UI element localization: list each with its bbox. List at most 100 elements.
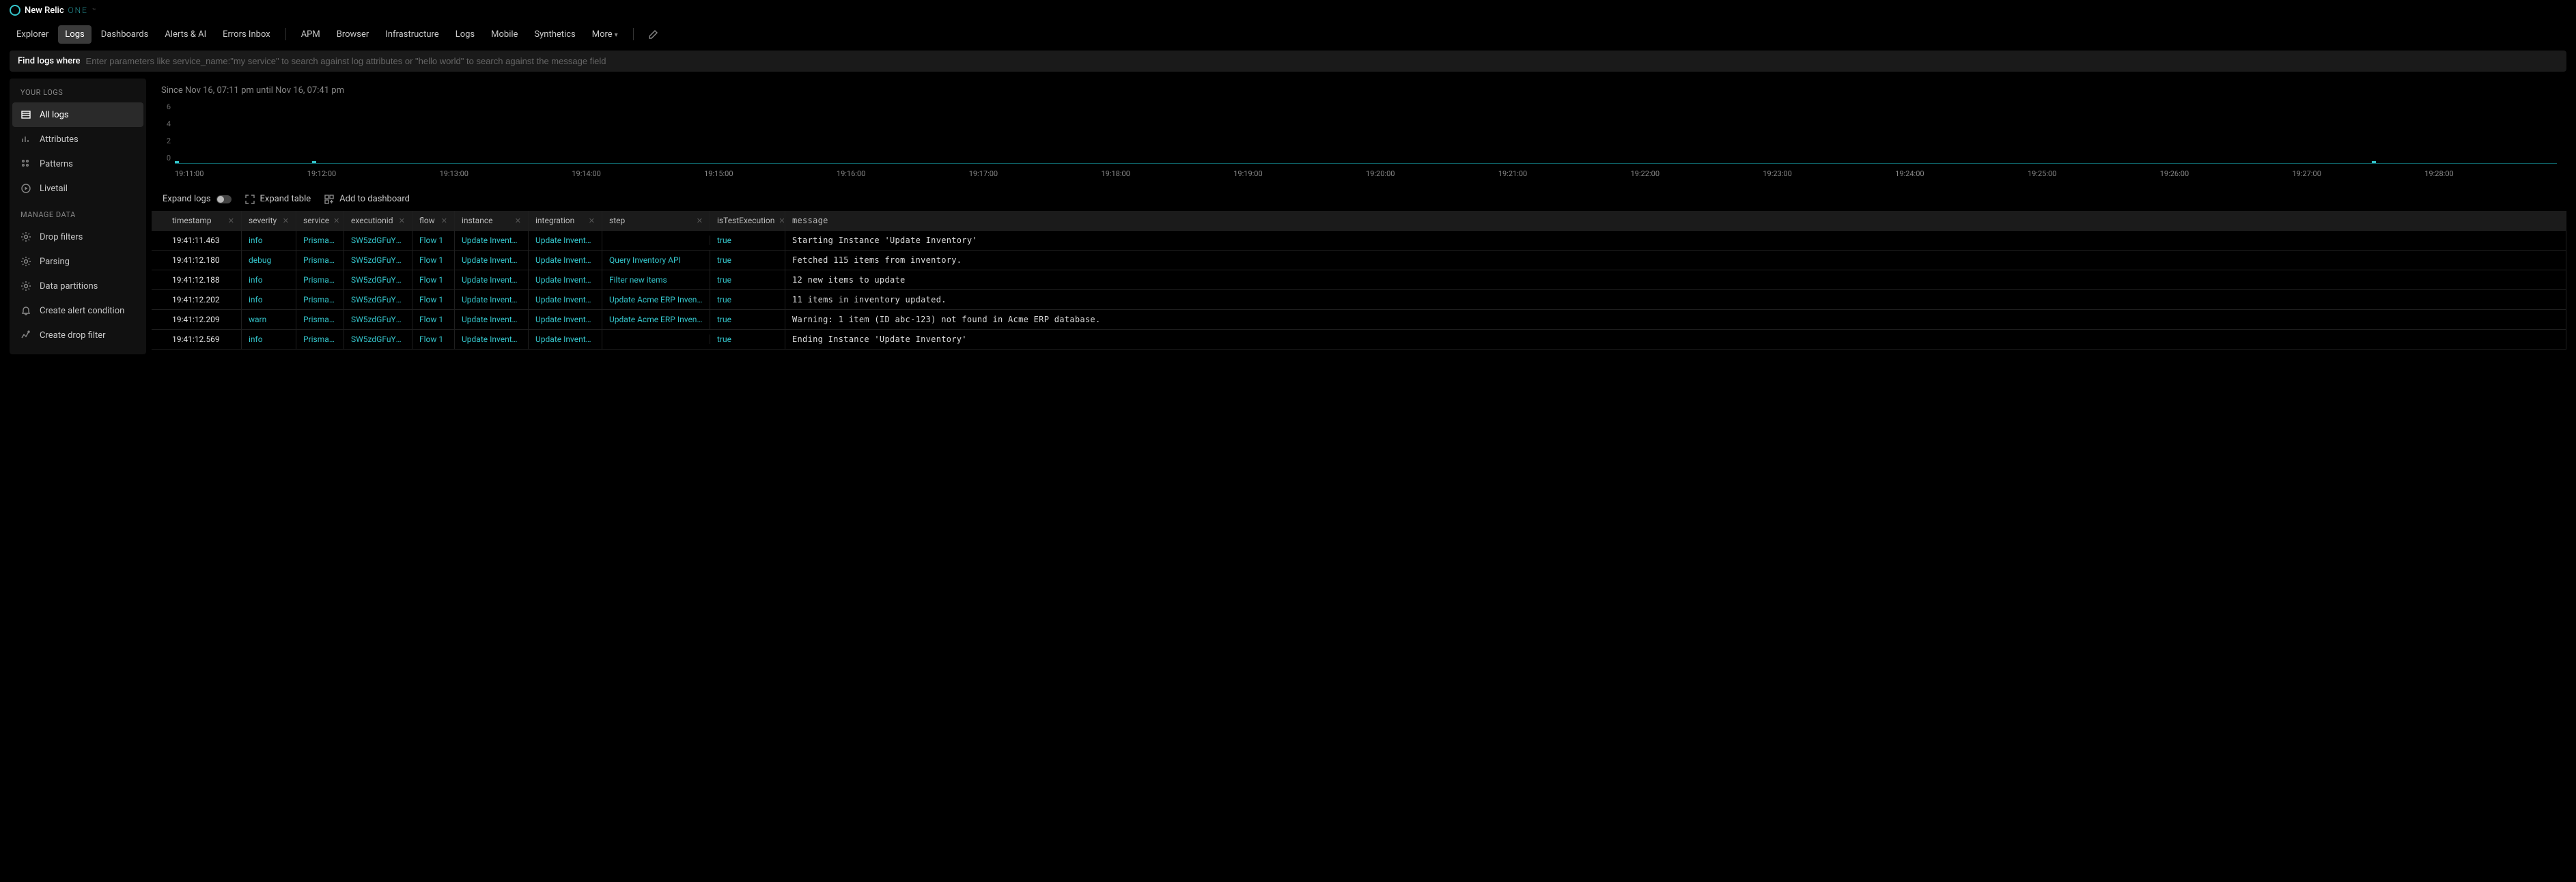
nav-item-browser[interactable]: Browser <box>330 25 376 44</box>
cell-integration[interactable]: Update Inventory <box>529 330 602 349</box>
cell-service[interactable]: Prismatic <box>296 251 344 270</box>
cell-step[interactable]: Update Acme ERP Inventory <box>602 310 710 329</box>
cell-step[interactable]: Update Acme ERP Inventory <box>602 290 710 309</box>
sidebar-item-drop-filters[interactable]: Drop filters <box>10 225 146 249</box>
nav-item-apm[interactable]: APM <box>294 25 327 44</box>
close-icon[interactable]: ✕ <box>515 216 521 225</box>
close-icon[interactable]: ✕ <box>283 216 289 225</box>
header-integration[interactable]: integration✕ <box>529 211 602 230</box>
cell-executionid[interactable]: SW5zdGFuY2VFeG… <box>344 330 412 349</box>
chart-bar[interactable] <box>175 161 179 163</box>
nav-item-logs[interactable]: Logs <box>58 25 91 44</box>
nav-item-alerts-ai[interactable]: Alerts & AI <box>158 25 213 44</box>
cell-instance[interactable]: Update Inventory <box>455 290 529 309</box>
cell-service[interactable]: Prismatic <box>296 330 344 349</box>
edit-nav-icon[interactable] <box>649 29 658 39</box>
cell-integration[interactable]: Update Inventory <box>529 231 602 250</box>
search-bar[interactable]: Find logs where <box>10 51 2566 72</box>
cell-step[interactable] <box>602 236 710 245</box>
nav-item-explorer[interactable]: Explorer <box>10 25 55 44</box>
cell-executionid[interactable]: SW5zdGFuY2VFeG… <box>344 290 412 309</box>
header-istest[interactable]: isTestExecution✕ <box>710 211 785 230</box>
table-row[interactable]: 19:41:12.569infoPrismaticSW5zdGFuY2VFeG…… <box>152 330 2566 350</box>
header-executionid[interactable]: executionid✕ <box>344 211 412 230</box>
cell-service[interactable]: Prismatic <box>296 231 344 250</box>
expand-logs-toggle[interactable]: Expand logs <box>163 194 232 204</box>
close-icon[interactable]: ✕ <box>399 216 405 225</box>
cell-istest[interactable]: true <box>710 270 785 289</box>
brand[interactable]: New Relic ONE ™ <box>10 5 96 16</box>
table-row[interactable]: 19:41:12.202infoPrismaticSW5zdGFuY2VFeG…… <box>152 290 2566 310</box>
nav-item-more[interactable]: More▾ <box>585 25 625 44</box>
cell-step[interactable] <box>602 335 710 344</box>
cell-flow[interactable]: Flow 1 <box>412 310 455 329</box>
close-icon[interactable]: ✕ <box>589 216 595 225</box>
cell-istest[interactable]: true <box>710 330 785 349</box>
chart-bar[interactable] <box>312 161 316 163</box>
nav-item-logs[interactable]: Logs <box>449 25 481 44</box>
cell-executionid[interactable]: SW5zdGFuY2VFeG… <box>344 251 412 270</box>
header-step[interactable]: step✕ <box>602 211 710 230</box>
cell-integration[interactable]: Update Inventory <box>529 251 602 270</box>
cell-integration[interactable]: Update Inventory <box>529 290 602 309</box>
header-timestamp[interactable]: timestamp✕ <box>165 211 242 230</box>
sidebar-item-livetail[interactable]: Livetail <box>10 176 146 201</box>
cell-instance[interactable]: Update Inventory <box>455 251 529 270</box>
close-icon[interactable]: ✕ <box>228 216 234 225</box>
table-row[interactable]: 19:41:12.180debugPrismaticSW5zdGFuY2VFeG… <box>152 251 2566 270</box>
sidebar-item-create-alert-condition[interactable]: Create alert condition <box>10 298 146 323</box>
cell-step[interactable]: Filter new items <box>602 270 710 289</box>
cell-flow[interactable]: Flow 1 <box>412 290 455 309</box>
cell-executionid[interactable]: SW5zdGFuY2VFeG… <box>344 310 412 329</box>
cell-instance[interactable]: Update Inventory <box>455 231 529 250</box>
cell-severity[interactable]: warn <box>242 310 296 329</box>
cell-severity[interactable]: debug <box>242 251 296 270</box>
cell-istest[interactable]: true <box>710 251 785 270</box>
sidebar-item-parsing[interactable]: Parsing <box>10 249 146 274</box>
cell-instance[interactable]: Update Inventory <box>455 310 529 329</box>
cell-integration[interactable]: Update Inventory <box>529 310 602 329</box>
sidebar-item-all-logs[interactable]: All logs <box>12 102 143 127</box>
cell-instance[interactable]: Update Inventory <box>455 270 529 289</box>
cell-integration[interactable]: Update Inventory <box>529 270 602 289</box>
cell-istest[interactable]: true <box>710 310 785 329</box>
table-row[interactable]: 19:41:12.188infoPrismaticSW5zdGFuY2VFeG…… <box>152 270 2566 290</box>
sidebar-item-create-drop-filter[interactable]: Create drop filter <box>10 323 146 347</box>
cell-severity[interactable]: info <box>242 270 296 289</box>
expand-table-button[interactable]: Expand table <box>245 194 311 204</box>
chart-bar[interactable] <box>2372 161 2376 163</box>
nav-item-dashboards[interactable]: Dashboards <box>94 25 156 44</box>
close-icon[interactable]: ✕ <box>697 216 703 225</box>
close-icon[interactable]: ✕ <box>333 216 339 225</box>
cell-severity[interactable]: info <box>242 290 296 309</box>
cell-flow[interactable]: Flow 1 <box>412 231 455 250</box>
header-flow[interactable]: flow✕ <box>412 211 455 230</box>
close-icon[interactable]: ✕ <box>779 216 785 225</box>
header-severity[interactable]: severity✕ <box>242 211 296 230</box>
nav-item-infrastructure[interactable]: Infrastructure <box>378 25 445 44</box>
cell-service[interactable]: Prismatic <box>296 290 344 309</box>
table-row[interactable]: 19:41:11.463infoPrismaticSW5zdGFuY2VFeG…… <box>152 231 2566 251</box>
sidebar-item-data-partitions[interactable]: Data partitions <box>10 274 146 298</box>
cell-executionid[interactable]: SW5zdGFuY2VFeG… <box>344 231 412 250</box>
cell-severity[interactable]: info <box>242 330 296 349</box>
log-volume-chart[interactable]: 6420 19:11:0019:12:0019:13:0019:14:0019:… <box>161 102 2557 184</box>
nav-item-errors-inbox[interactable]: Errors Inbox <box>216 25 277 44</box>
header-service[interactable]: service✕ <box>296 211 344 230</box>
search-input[interactable] <box>86 56 2558 66</box>
add-to-dashboard-button[interactable]: Add to dashboard <box>324 194 410 204</box>
table-row[interactable]: 19:41:12.209warnPrismaticSW5zdGFuY2VFeG…… <box>152 310 2566 330</box>
cell-istest[interactable]: true <box>710 290 785 309</box>
header-message[interactable]: message <box>785 211 2566 230</box>
cell-severity[interactable]: info <box>242 231 296 250</box>
nav-item-synthetics[interactable]: Synthetics <box>527 25 582 44</box>
cell-flow[interactable]: Flow 1 <box>412 270 455 289</box>
sidebar-item-attributes[interactable]: Attributes <box>10 127 146 152</box>
cell-flow[interactable]: Flow 1 <box>412 251 455 270</box>
cell-flow[interactable]: Flow 1 <box>412 330 455 349</box>
cell-service[interactable]: Prismatic <box>296 270 344 289</box>
close-icon[interactable]: ✕ <box>441 216 447 225</box>
cell-istest[interactable]: true <box>710 231 785 250</box>
cell-instance[interactable]: Update Inventory <box>455 330 529 349</box>
nav-item-mobile[interactable]: Mobile <box>484 25 524 44</box>
